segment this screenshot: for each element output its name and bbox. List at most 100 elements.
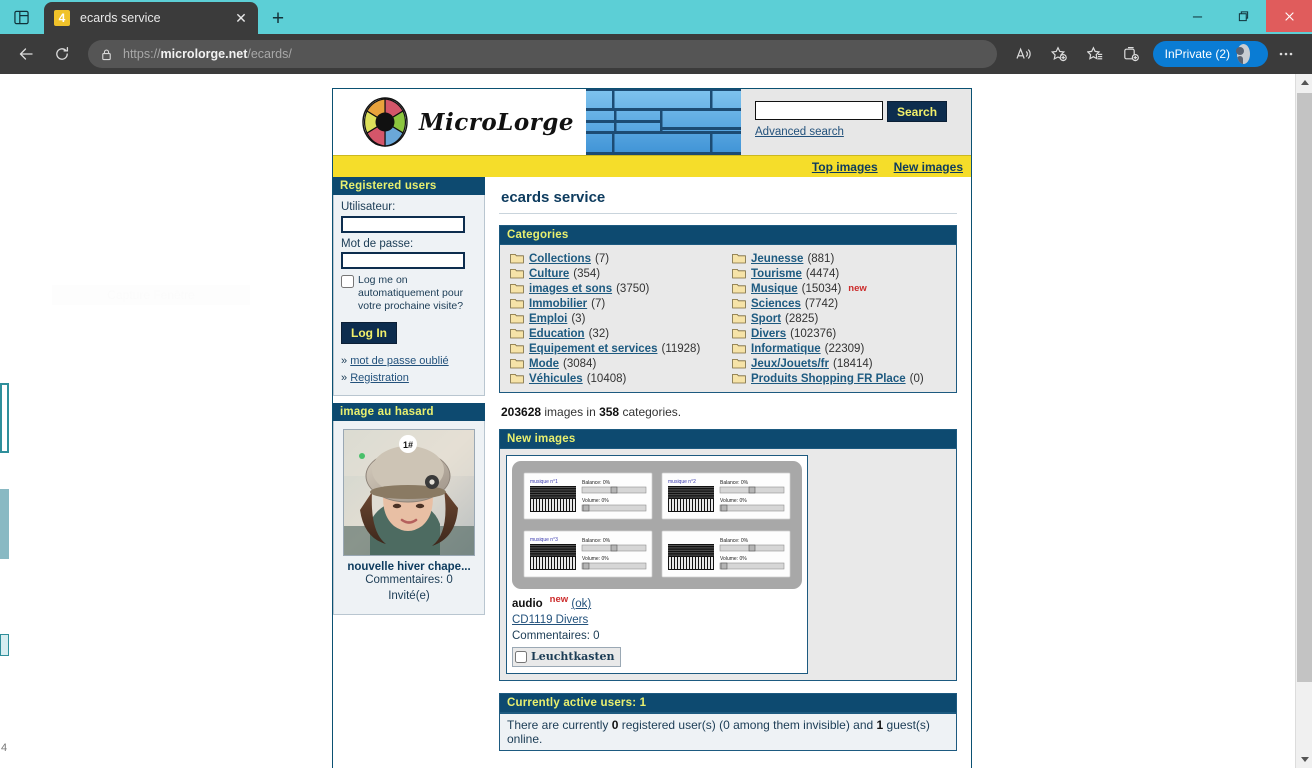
album-link[interactable]: CD1119 Divers [512,614,588,626]
username-input[interactable] [341,215,465,233]
random-image-panel: image au hasard 1# nouvelle hiver chape.… [333,403,485,616]
category-item[interactable]: Collections (7) [506,251,728,266]
category-link[interactable]: Jeunesse [751,253,803,265]
add-favorite-icon[interactable] [1044,39,1074,69]
category-item[interactable]: images et sons (3750) [506,281,728,296]
edge-number: 4 [1,742,8,754]
category-item[interactable]: Equipement et services (11928) [506,341,728,356]
category-link[interactable]: Jeux/Jouets/fr [751,358,829,370]
category-link[interactable]: Culture [529,268,569,280]
category-count: (881) [807,252,835,265]
random-image-caption[interactable]: nouvelle hiver chape... [341,561,477,573]
category-count: (22309) [824,342,865,355]
category-item[interactable]: Divers (102376) [728,326,950,341]
category-link[interactable]: Education [529,328,585,340]
category-link[interactable]: Equipement et services [529,343,657,355]
profile-inprivate-button[interactable]: InPrivate (2) [1152,41,1268,67]
site-logo[interactable]: MicroLorge [333,89,586,155]
category-link[interactable]: Collections [529,253,591,265]
category-item[interactable]: Produits Shopping FR Place (0) [728,371,950,386]
registration-link[interactable]: Registration [350,372,409,384]
search-button[interactable]: Search [887,101,948,122]
browser-toolbar: https://microlorge.net/ecards/ InPrivate… [0,34,1312,74]
category-count: (3750) [616,282,650,295]
category-link[interactable]: Sport [751,313,781,325]
close-icon[interactable]: ✕ [230,7,252,29]
category-item[interactable]: Informatique (22309) [728,341,950,356]
forgot-password-row: » mot de passe oublié [341,353,477,370]
login-button[interactable]: Log In [341,322,397,345]
category-count: (7) [594,252,610,265]
svg-text:Volume: 0%: Volume: 0% [720,498,747,504]
folder-icon [510,374,524,384]
category-item[interactable]: Véhicules (10408) [506,371,728,386]
favorites-icon[interactable] [1080,39,1110,69]
remember-me-label: Log me on automatiquement pour votre pro… [358,274,464,313]
category-link[interactable]: images et sons [529,283,612,295]
category-count: (102376) [790,327,837,340]
tab-search-icon[interactable] [6,2,36,32]
svg-text:Volume: 0%: Volume: 0% [582,498,609,504]
category-link[interactable]: Emploi [529,313,567,325]
password-input[interactable] [341,252,465,269]
random-image-thumbnail[interactable]: 1# [343,429,475,557]
folder-icon [732,374,746,384]
category-item[interactable]: Sport (2825) [728,311,950,326]
page-scrollbar[interactable] [1295,74,1312,768]
category-link[interactable]: Musique [751,283,798,295]
scroll-down-icon[interactable] [1296,751,1312,768]
aperture-logo-icon [362,97,408,147]
category-item[interactable]: Immobilier (7) [506,296,728,311]
category-item[interactable]: Mode (3084) [506,356,728,371]
minimize-icon[interactable] [1174,0,1220,32]
category-link[interactable]: Informatique [751,343,821,355]
svg-text:Volume: 0%: Volume: 0% [720,556,747,562]
ok-link[interactable]: (ok) [571,598,591,610]
tab-favicon-icon: 4 [54,10,70,26]
forgot-password-link[interactable]: mot de passe oublié [350,355,448,367]
category-link[interactable]: Mode [529,358,559,370]
category-link[interactable]: Véhicules [529,373,583,385]
category-link[interactable]: Divers [751,328,786,340]
category-item[interactable]: Jeux/Jouets/fr (18414) [728,356,950,371]
site-search-area: Search Advanced search [741,89,971,155]
remember-me-checkbox[interactable] [341,275,354,288]
lightbox-checkbox[interactable] [515,650,527,663]
category-item[interactable]: Culture (354) [506,266,728,281]
category-link[interactable]: Produits Shopping FR Place [751,373,906,385]
nav-top-images[interactable]: Top images [812,160,878,174]
back-arrow-icon[interactable] [11,39,41,69]
scroll-up-icon[interactable] [1296,74,1312,91]
advanced-search-link[interactable]: Advanced search [755,126,971,138]
library-stats: 203628 images in 358 categories. [501,405,682,419]
category-link[interactable]: Sciences [751,298,801,310]
audio-players-thumbnail[interactable]: musique n°1 Balance: 0%Volume: 0%musique … [512,461,802,589]
category-link[interactable]: Immobilier [529,298,587,310]
address-bar[interactable]: https://microlorge.net/ecards/ [88,40,997,68]
tab-title: ecards service [80,11,161,25]
close-window-icon[interactable] [1266,0,1312,32]
category-item[interactable]: Musique (15034) new [728,281,950,296]
maximize-icon[interactable] [1220,0,1266,32]
avatar [1236,44,1257,64]
registration-row: » Registration [341,370,477,387]
category-item[interactable]: Emploi (3) [506,311,728,326]
category-link[interactable]: Tourisme [751,268,802,280]
random-image-comments: Commentaires: 0 [365,574,453,587]
svg-text:Balance: 0%: Balance: 0% [720,538,749,544]
category-count: (10408) [586,372,627,385]
reload-icon[interactable] [47,39,77,69]
category-item[interactable]: Education (32) [506,326,728,341]
lightbox-toggle[interactable]: Leuchtkasten [512,647,621,667]
scrollbar-thumb[interactable] [1297,93,1312,682]
category-item[interactable]: Sciences (7742) [728,296,950,311]
category-item[interactable]: Tourisme (4474) [728,266,950,281]
category-item[interactable]: Jeunesse (881) [728,251,950,266]
read-aloud-icon[interactable] [1008,39,1038,69]
browser-tab[interactable]: 4 ecards service ✕ [44,2,258,34]
search-input[interactable] [755,101,883,120]
nav-new-images[interactable]: New images [894,160,963,174]
more-options-icon[interactable] [1271,39,1301,69]
collections-icon[interactable] [1116,39,1146,69]
new-tab-button[interactable]: + [264,4,292,32]
